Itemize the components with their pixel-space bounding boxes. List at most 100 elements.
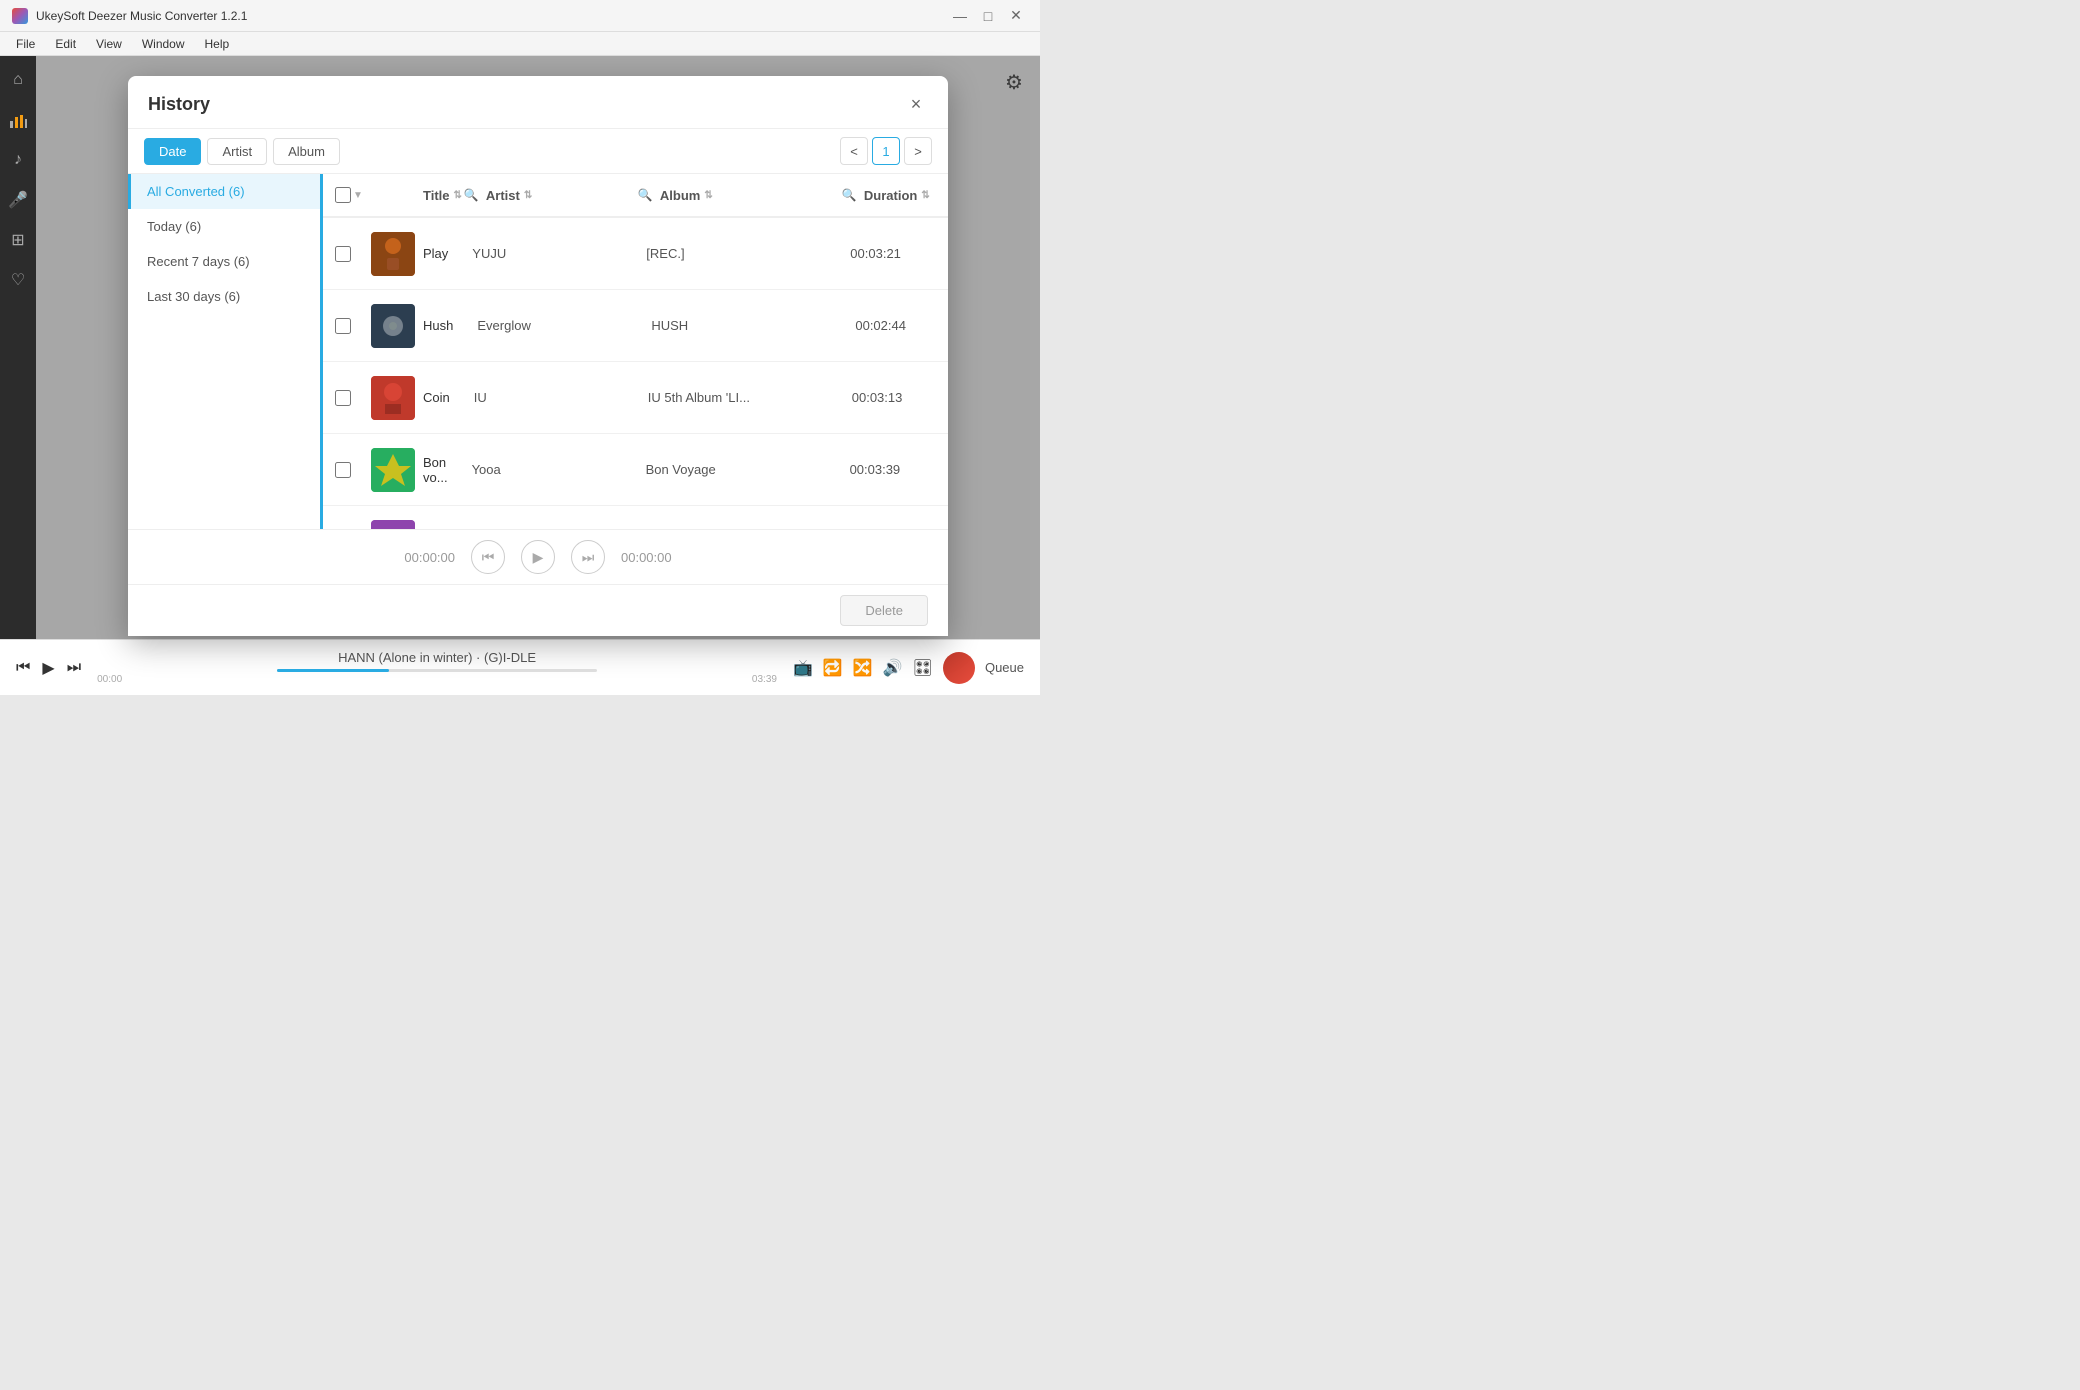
artist-sort-icon: ⇅ [524, 190, 532, 201]
row-checkbox-2[interactable] [335, 318, 351, 334]
bottom-play-button[interactable]: ▶ [42, 658, 54, 678]
window-title: UkeySoft Deezer Music Converter 1.2.1 [36, 9, 247, 23]
track-thumb-5 [371, 520, 415, 530]
playing-track-name: HANN (Alone in winter) · (G)I-DLE [97, 650, 777, 665]
header-artist-search[interactable]: 🔍 [636, 188, 660, 202]
user-avatar[interactable] [943, 652, 975, 684]
player-time-current: 00:00:00 [404, 550, 455, 565]
sidebar-music-icon[interactable]: ♪ [2, 144, 34, 176]
track-title-3: Coin [423, 390, 450, 405]
window-controls: — □ ✕ [948, 4, 1028, 28]
bottom-play-controls: ⏮ ▶ ⏭ [16, 658, 81, 678]
minimize-button[interactable]: — [948, 4, 972, 28]
modal-close-button[interactable]: × [904, 92, 928, 116]
track-thumb-4 [371, 448, 415, 492]
maximize-button[interactable]: □ [976, 4, 1000, 28]
menu-file[interactable]: File [8, 35, 43, 53]
pagination-page[interactable]: 1 [872, 137, 900, 165]
queue-label[interactable]: Queue [985, 660, 1024, 675]
table-row: Play YUJU [REC.] 00:03:21 ▶ [323, 218, 948, 290]
header-duration[interactable]: Duration ⇅ [864, 188, 948, 203]
track-duration-4: 00:03:39 [850, 462, 948, 477]
sidebar-grid-icon[interactable]: ⊞ [2, 224, 34, 256]
nav-today[interactable]: Today (6) [128, 209, 320, 244]
duration-sort-icon: ⇅ [921, 190, 929, 201]
title-bar: UkeySoft Deezer Music Converter 1.2.1 — … [0, 0, 1040, 32]
sidebar: ⌂ ♪ 🎤 ⊞ ♡ [0, 56, 36, 639]
modal-footer: Delete [128, 584, 948, 636]
row-checkbox-1[interactable] [335, 246, 351, 262]
table-row: Coin IU IU 5th Album 'LI... 00:03:13 ▶ [323, 362, 948, 434]
shuffle-icon[interactable]: 🔀 [853, 658, 873, 678]
delete-selected-button[interactable]: Delete [840, 595, 928, 626]
select-all-checkbox[interactable] [335, 187, 351, 203]
bottom-prev-button[interactable]: ⏮ [16, 659, 30, 677]
right-table-panel: ▼ Title ⇅ 🔍 Artist [323, 174, 948, 529]
modal-header: History × [128, 76, 948, 129]
menu-edit[interactable]: Edit [47, 35, 84, 53]
content-area: ⚙ History × Date Artist Album < [36, 56, 1040, 639]
time-end: 03:39 [752, 674, 777, 685]
track-duration-3: 00:03:13 [852, 390, 948, 405]
player-play-button[interactable]: ▶ [521, 540, 555, 574]
track-thumb-2 [371, 304, 415, 348]
track-thumb-3 [371, 376, 415, 420]
volume-icon[interactable]: 🔊 [883, 658, 903, 678]
close-button[interactable]: ✕ [1004, 4, 1028, 28]
menu-help[interactable]: Help [197, 35, 238, 53]
menu-window[interactable]: Window [134, 35, 193, 53]
filter-artist-button[interactable]: Artist [207, 138, 267, 165]
menu-bar: File Edit View Window Help [0, 32, 1040, 56]
track-title-1: Play [423, 246, 448, 261]
track-artist-3: IU [474, 390, 624, 405]
sidebar-mic-icon[interactable]: 🎤 [2, 184, 34, 216]
history-modal: History × Date Artist Album < 1 > [128, 76, 948, 636]
sidebar-heart-icon[interactable]: ♡ [2, 264, 34, 296]
track-duration-2: 00:02:44 [855, 318, 948, 333]
time-start: 00:00 [97, 674, 122, 685]
filter-pagination-row: Date Artist Album < 1 > [128, 129, 948, 174]
player-next-button[interactable]: ⏭ [571, 540, 605, 574]
row-checkbox-3[interactable] [335, 390, 351, 406]
track-artist-4: Yooa [472, 462, 622, 477]
row-checkbox-4[interactable] [335, 462, 351, 478]
track-title-4: Bon vo... [423, 455, 448, 485]
table-row: Bon vo... Yooa Bon Voyage 00:03:39 ▶ [323, 434, 948, 506]
filter-date-button[interactable]: Date [144, 138, 201, 165]
app-icon [12, 8, 28, 24]
pagination: < 1 > [840, 137, 932, 165]
bottom-times: 00:00 03:39 [97, 674, 777, 685]
sidebar-home-icon[interactable]: ⌂ [2, 64, 34, 96]
progress-bar[interactable] [277, 669, 597, 672]
player-prev-button[interactable]: ⏮ [471, 540, 505, 574]
menu-view[interactable]: View [88, 35, 130, 53]
track-album-4: Bon Voyage [646, 462, 826, 477]
nav-last-30[interactable]: Last 30 days (6) [128, 279, 320, 314]
modal-title: History [148, 94, 210, 115]
pagination-prev[interactable]: < [840, 137, 868, 165]
equalizer-icon[interactable]: 🎛 [913, 658, 933, 678]
track-info-area: HANN (Alone in winter) · (G)I-DLE 00:00 … [97, 650, 777, 685]
track-artist-2: Everglow [477, 318, 627, 333]
title-search-icon: 🔍 [464, 188, 479, 202]
album-search-icon: 🔍 [842, 188, 857, 202]
nav-all-converted[interactable]: All Converted (6) [128, 174, 320, 209]
header-title[interactable]: Title ⇅ [423, 188, 462, 203]
pagination-next[interactable]: > [904, 137, 932, 165]
header-album[interactable]: Album ⇅ [660, 188, 840, 203]
track-album-3: IU 5th Album 'LI... [648, 390, 828, 405]
airplay-icon[interactable]: 📺 [793, 658, 813, 678]
header-album-search[interactable]: 🔍 [840, 188, 864, 202]
title-bar-left: UkeySoft Deezer Music Converter 1.2.1 [12, 8, 247, 24]
sidebar-equalizer-icon[interactable] [2, 104, 34, 136]
nav-recent-7[interactable]: Recent 7 days (6) [128, 244, 320, 279]
repeat-icon[interactable]: 🔁 [823, 658, 843, 678]
header-title-search[interactable]: 🔍 [462, 188, 486, 202]
album-sort-icon: ⇅ [704, 190, 712, 201]
bottom-next-button[interactable]: ⏭ [67, 659, 81, 677]
artist-search-icon: 🔍 [638, 188, 653, 202]
table-row: Hush Everglow HUSH 00:02:44 ▶ [323, 290, 948, 362]
filter-album-button[interactable]: Album [273, 138, 340, 165]
player-controls: 00:00:00 ⏮ ▶ ⏭ 00:00:00 [128, 529, 948, 584]
header-artist[interactable]: Artist ⇅ [486, 188, 636, 203]
